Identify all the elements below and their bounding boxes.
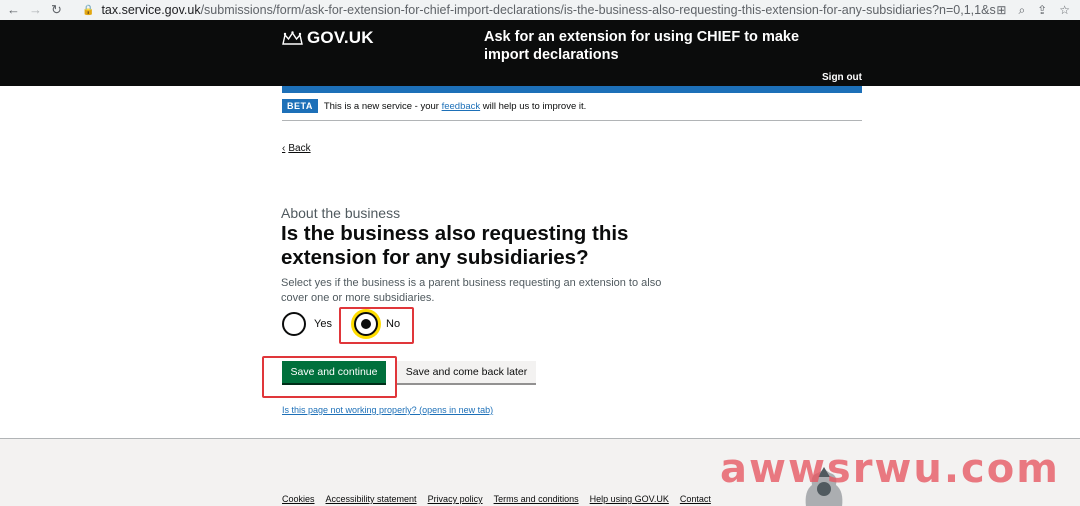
chevron-left-icon: ‹: [282, 143, 286, 154]
feedback-link[interactable]: feedback: [442, 101, 481, 112]
service-name[interactable]: Ask for an extension for using CHIEF to …: [484, 28, 844, 64]
govuk-logo[interactable]: GOV.UK: [282, 28, 374, 48]
logo-text: GOV.UK: [307, 28, 374, 47]
watermark-text: awwsrwu.com: [720, 446, 1060, 492]
crown-icon: [282, 31, 303, 45]
url-path: /submissions/form/ask-for-extension-for-…: [200, 3, 997, 17]
report-problem-link[interactable]: Is this page not working properly? (open…: [282, 405, 493, 415]
govuk-header: GOV.UK Ask for an extension for using CH…: [0, 20, 1080, 86]
question-hint: Select yes if the business is a parent b…: [281, 277, 662, 304]
footer-link-terms[interactable]: Terms and conditions: [494, 494, 579, 504]
phase-text-after: will help us to improve it.: [482, 101, 587, 112]
footer-link-help[interactable]: Help using GOV.UK: [590, 494, 669, 504]
beta-tag: BETA: [282, 99, 318, 113]
footer-link-cookies[interactable]: Cookies: [282, 494, 315, 504]
browser-toolbar: ← → ↻ 🔒 tax.service.gov.uk /submissions/…: [0, 0, 1080, 20]
page-title: Is the business also requesting this ext…: [281, 222, 629, 269]
phase-text-before: This is a new service - your: [323, 101, 439, 112]
radio-yes-label[interactable]: Yes: [314, 318, 332, 330]
footer-link-privacy[interactable]: Privacy policy: [428, 494, 483, 504]
highlight-box-no: [339, 307, 414, 344]
back-link-label: Back: [288, 143, 311, 154]
footer-link-contact[interactable]: Contact: [680, 494, 711, 504]
question-caption: About the business: [281, 205, 401, 221]
sign-out-link[interactable]: Sign out: [822, 72, 862, 83]
radio-yes[interactable]: Yes: [282, 312, 332, 336]
reload-icon[interactable]: ↻: [51, 0, 62, 20]
header-blue-bar: [282, 86, 862, 93]
footer-link-accessibility[interactable]: Accessibility statement: [326, 494, 417, 504]
forward-arrow-icon[interactable]: →: [29, 0, 42, 20]
save-and-come-back-later-button[interactable]: Save and come back later: [397, 361, 536, 383]
zoom-icon[interactable]: ⌕: [1018, 3, 1025, 18]
footer-links: Cookies Accessibility statement Privacy …: [282, 494, 711, 504]
address-bar[interactable]: 🔒 tax.service.gov.uk /submissions/form/a…: [82, 0, 996, 20]
phase-banner: BETA This is a new service - your feedba…: [282, 99, 862, 121]
lock-icon: 🔒: [82, 4, 95, 16]
url-domain: tax.service.gov.uk: [101, 3, 201, 17]
share-icon[interactable]: ⇪: [1037, 3, 1047, 18]
highlight-box-save: [262, 356, 397, 398]
back-link[interactable]: ‹ Back: [282, 143, 311, 154]
phase-message: This is a new service - your feedback wi…: [324, 99, 586, 115]
radio-yes-circle[interactable]: [282, 312, 306, 336]
back-arrow-icon[interactable]: ←: [7, 0, 20, 20]
browser-nav: ← → ↻: [0, 0, 82, 20]
translate-icon[interactable]: ⊞: [996, 3, 1006, 18]
bookmark-star-icon[interactable]: ☆: [1059, 3, 1070, 18]
